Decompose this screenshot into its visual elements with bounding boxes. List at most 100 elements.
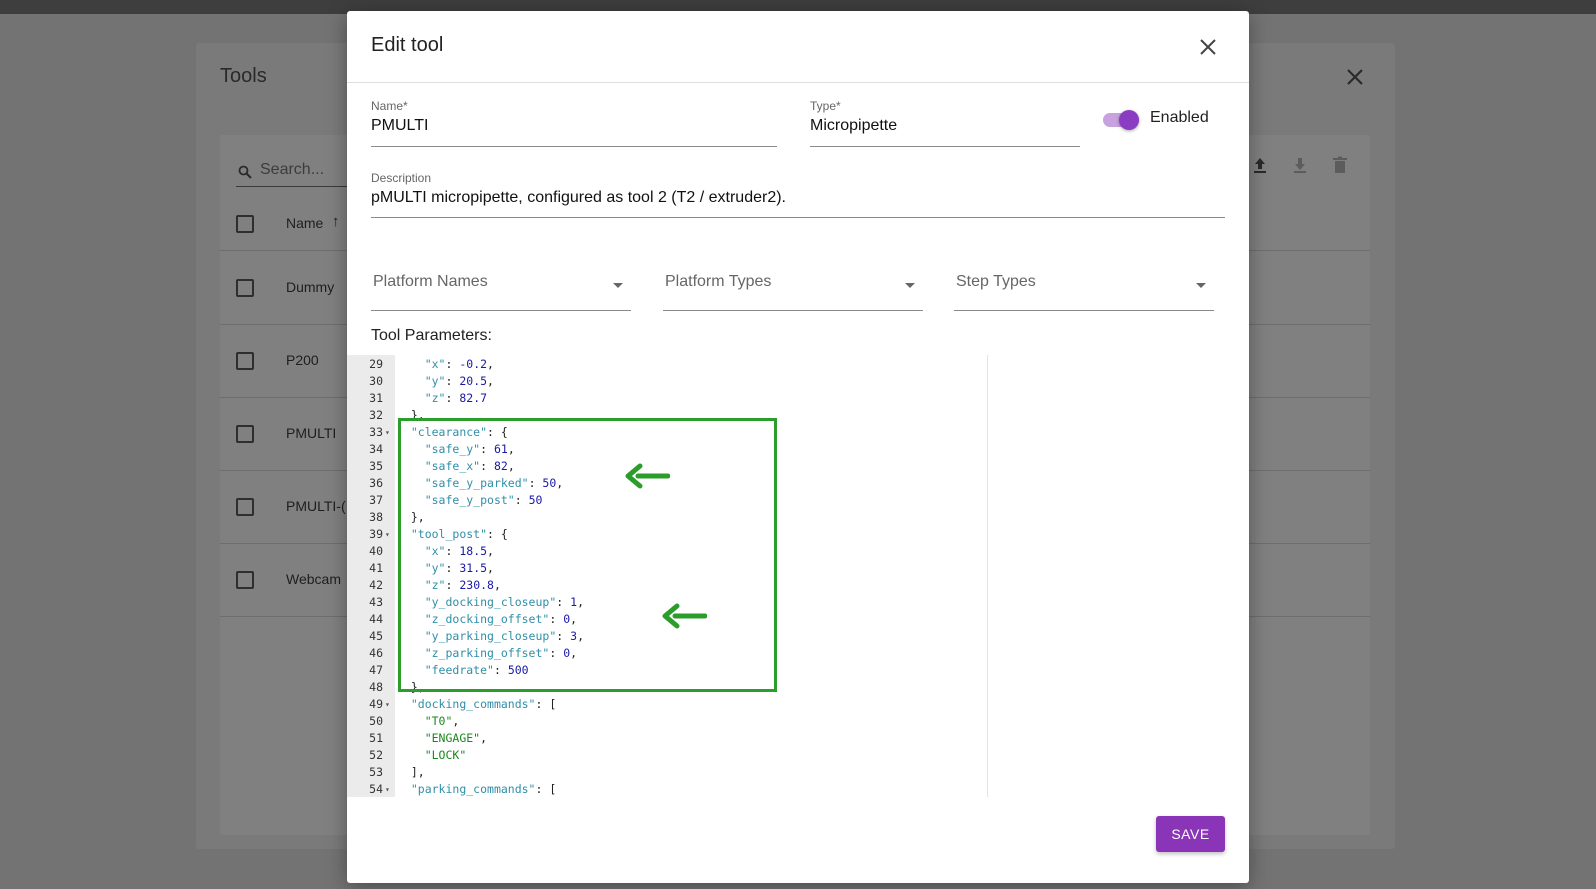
line-number: 38 (369, 510, 383, 524)
code-text: "x": -0.2, (424, 357, 494, 371)
dialog-title: Edit tool (371, 34, 444, 56)
tool-parameters-label: Tool Parameters: (371, 327, 492, 344)
code-line[interactable]: 31 "z": 82.7 (347, 390, 987, 407)
toggle-thumb (1119, 110, 1139, 130)
line-number: 41 (369, 561, 383, 575)
tools-actions (1250, 155, 1350, 175)
fold-toggle-icon[interactable]: ▾ (385, 696, 395, 713)
name-label: Name* (371, 99, 408, 113)
code-text: "z": 82.7 (424, 391, 488, 405)
code-line[interactable]: 29 "x": -0.2, (347, 356, 987, 373)
code-line[interactable]: 53 ], (347, 764, 987, 781)
row-name: Webcam (286, 571, 341, 587)
close-icon[interactable] (1343, 65, 1367, 89)
platform-types-select[interactable]: Platform Types (663, 265, 923, 311)
code-text: "ENGAGE", (424, 731, 488, 745)
row-checkbox[interactable] (236, 279, 254, 297)
line-number: 39 (369, 527, 383, 541)
code-line[interactable]: 51 "ENGAGE", (347, 730, 987, 747)
chevron-down-icon (613, 283, 623, 288)
code-text: "clearance": { (410, 425, 508, 439)
code-text: "feedrate": 500 (424, 663, 529, 677)
line-number: 29 (369, 357, 383, 371)
code-line[interactable]: 48 }, (347, 679, 987, 696)
platform-names-placeholder: Platform Names (373, 273, 488, 290)
sort-arrow-icon[interactable]: ↑ (332, 213, 340, 230)
code-text: "parking_commands": [ (410, 782, 557, 796)
type-value[interactable]: Micropipette (810, 117, 897, 135)
select-all-checkbox[interactable] (236, 215, 254, 233)
description-value[interactable]: pMULTI micropipette, configured as tool … (371, 189, 786, 207)
line-number: 36 (369, 476, 383, 490)
code-text: "safe_y_post": 50 (424, 493, 543, 507)
fold-toggle-icon[interactable]: ▾ (385, 781, 395, 797)
code-text: "safe_y": 61, (424, 442, 515, 456)
platform-names-select[interactable]: Platform Names (371, 265, 631, 311)
code-line[interactable]: 37 "safe_y_post": 50 (347, 492, 987, 509)
code-text: "T0", (424, 714, 460, 728)
code-line[interactable]: 54 ▾ "parking_commands": [ (347, 781, 987, 797)
row-name: PMULTI-( (286, 498, 346, 514)
chevron-down-icon (905, 283, 915, 288)
edit-tool-dialog: Edit tool Name* PMULTI Type* Micropipett… (347, 11, 1249, 883)
search-placeholder: Search... (260, 161, 325, 178)
code-text: "z_parking_offset": 0, (424, 646, 578, 660)
line-number: 45 (369, 629, 383, 643)
row-checkbox[interactable] (236, 498, 254, 516)
step-types-select[interactable]: Step Types (954, 265, 1214, 311)
code-line[interactable]: 39 ▾ "tool_post": { (347, 526, 987, 543)
tools-dialog-title: Tools (220, 65, 267, 87)
code-line[interactable]: 46 "z_parking_offset": 0, (347, 645, 987, 662)
code-line[interactable]: 33 ▾ "clearance": { (347, 424, 987, 441)
code-line[interactable]: 38 }, (347, 509, 987, 526)
row-checkbox[interactable] (236, 571, 254, 589)
code-line[interactable]: 45 "y_parking_closeup": 3, (347, 628, 987, 645)
line-number: 53 (369, 765, 383, 779)
delete-icon[interactable] (1330, 155, 1350, 175)
line-number: 31 (369, 391, 383, 405)
name-value[interactable]: PMULTI (371, 117, 428, 135)
code-text: "y_docking_closeup": 1, (424, 595, 584, 609)
code-line[interactable]: 32 }, (347, 407, 987, 424)
json-code-editor[interactable]: 29 "x": -0.2, 30 "y": 20.5, 31 "z": 82.7 32… (347, 355, 987, 797)
code-text: }, (397, 680, 425, 694)
row-name: PMULTI (286, 425, 337, 441)
save-button[interactable]: SAVE (1156, 816, 1225, 852)
line-number: 33 (369, 425, 383, 439)
code-line[interactable]: 49 ▾ "docking_commands": [ (347, 696, 987, 713)
code-line[interactable]: 52 "LOCK" (347, 747, 987, 764)
platform-types-placeholder: Platform Types (665, 273, 772, 290)
description-label: Description (371, 171, 432, 185)
row-checkbox[interactable] (236, 425, 254, 443)
code-line[interactable]: 34 "safe_y": 61, (347, 441, 987, 458)
line-number: 48 (369, 680, 383, 694)
code-line[interactable]: 41 "y": 31.5, (347, 560, 987, 577)
fold-toggle-icon[interactable]: ▾ (385, 424, 395, 441)
line-number: 43 (369, 595, 383, 609)
code-line[interactable]: 40 "x": 18.5, (347, 543, 987, 560)
line-number: 46 (369, 646, 383, 660)
line-number: 47 (369, 663, 383, 677)
download-icon[interactable] (1290, 155, 1310, 175)
column-header-name[interactable]: Name (286, 215, 323, 231)
upload-icon[interactable] (1250, 155, 1270, 175)
line-number: 51 (369, 731, 383, 745)
line-number: 52 (369, 748, 383, 762)
code-text: "safe_x": 82, (424, 459, 515, 473)
name-field[interactable]: Name* PMULTI (371, 99, 777, 147)
code-line[interactable]: 30 "y": 20.5, (347, 373, 987, 390)
line-number: 50 (369, 714, 383, 728)
line-number: 32 (369, 408, 383, 422)
code-line[interactable]: 50 "T0", (347, 713, 987, 730)
line-number: 54 (369, 782, 383, 796)
code-text: "LOCK" (424, 748, 467, 762)
fold-toggle-icon[interactable]: ▾ (385, 526, 395, 543)
description-field[interactable]: Description pMULTI micropipette, configu… (371, 171, 1225, 218)
row-checkbox[interactable] (236, 352, 254, 370)
code-line[interactable]: 42 "z": 230.8, (347, 577, 987, 594)
enabled-toggle[interactable] (1103, 108, 1143, 132)
type-label: Type* (810, 99, 841, 113)
close-icon[interactable] (1197, 36, 1219, 58)
code-line[interactable]: 47 "feedrate": 500 (347, 662, 987, 679)
type-field[interactable]: Type* Micropipette (810, 99, 1080, 147)
